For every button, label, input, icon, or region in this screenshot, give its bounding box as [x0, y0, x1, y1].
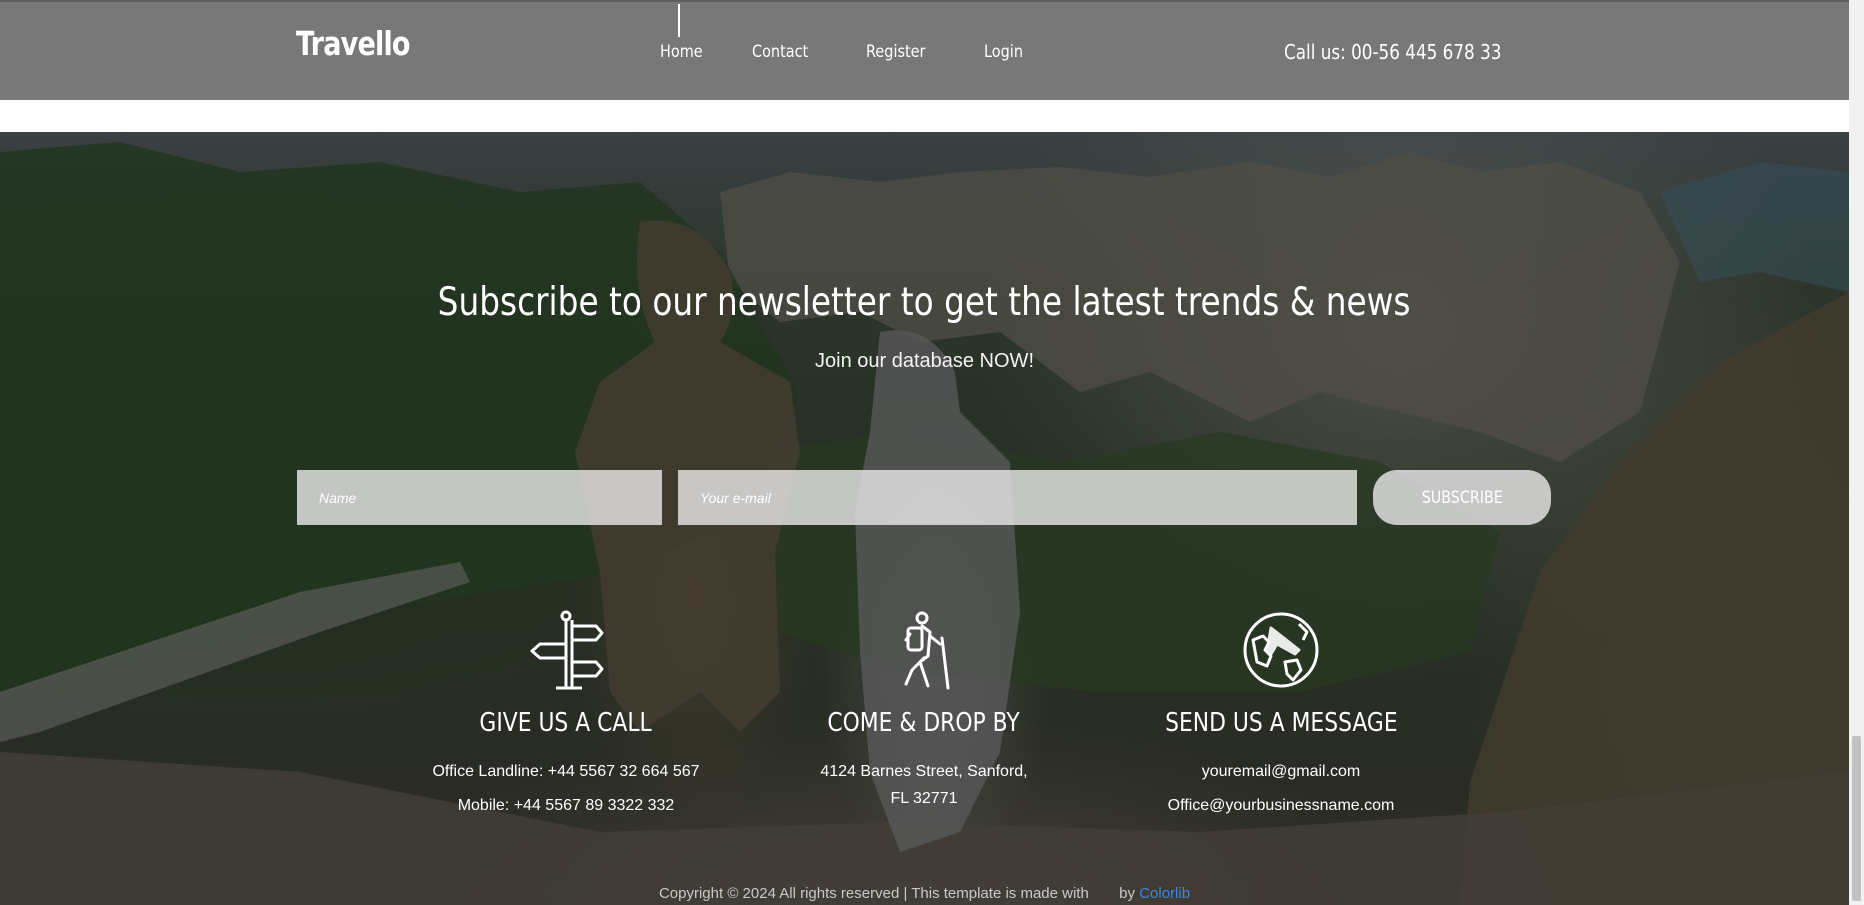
name-input[interactable]	[297, 470, 662, 525]
contact-call-column: GIVE US A CALL Office Landline: +44 5567…	[386, 610, 746, 826]
contact-visit-column: COME & DROP BY 4124 Barnes Street, Sanfo…	[744, 610, 1104, 812]
newsletter-heading: Subscribe to our newsletter to get the l…	[0, 280, 1849, 325]
copyright-by: by	[1119, 885, 1136, 902]
address-line-2: FL 32771	[890, 790, 958, 807]
page-scrollbar[interactable]	[1849, 0, 1864, 905]
email-address[interactable]: youremail@gmail.com	[1101, 758, 1461, 785]
globe-plane-icon	[1243, 612, 1319, 688]
nav-register-link[interactable]: Register	[866, 42, 926, 62]
newsletter-heading-text: Subscribe to our newsletter to get the l…	[438, 280, 1411, 325]
main-nav: Home Contact Register Login	[660, 42, 1078, 62]
nav-login-link[interactable]: Login	[984, 42, 1023, 62]
copyright-footer: Copyright © 2024 All rights reserved | T…	[0, 885, 1849, 902]
hiker-icon	[904, 611, 950, 690]
signpost-icon	[530, 610, 604, 690]
email-input[interactable]	[678, 470, 1357, 525]
copyright-text: Copyright © 2024 All rights reserved | T…	[658, 885, 1089, 902]
office-landline: Office Landline: +44 5567 32 664 567	[432, 763, 700, 780]
site-logo[interactable]: Travello	[296, 24, 410, 63]
colorlib-link[interactable]: Colorlib	[1139, 885, 1190, 902]
nav-contact-link[interactable]: Contact	[752, 42, 808, 62]
scrollbar-thumb[interactable]	[1852, 736, 1861, 901]
office-email-address[interactable]: Office@yourbusinessname.com	[1101, 792, 1461, 819]
contact-message-column: SEND US A MESSAGE youremail@gmail.com Of…	[1101, 610, 1461, 826]
address-line-1: 4124 Barnes Street, Sanford,	[820, 763, 1028, 780]
subscribe-button-label: SUBSCRIBE	[1421, 487, 1503, 508]
contact-message-title: SEND US A MESSAGE	[1164, 708, 1398, 738]
contact-call-title: GIVE US A CALL	[479, 708, 653, 738]
nav-home-link[interactable]: Home	[660, 42, 703, 62]
contact-visit-title: COME & DROP BY	[827, 708, 1021, 738]
mobile-number: Mobile: +44 5567 89 3322 332	[457, 797, 675, 814]
call-us-phone: Call us: 00-56 445 678 33	[1284, 40, 1502, 64]
subscribe-button[interactable]: SUBSCRIBE	[1373, 470, 1551, 525]
newsletter-subheading: Join our database NOW!	[815, 350, 1034, 372]
top-navbar: Travello Home Contact Register Login Cal…	[0, 0, 1849, 100]
nav-active-indicator	[678, 4, 680, 37]
